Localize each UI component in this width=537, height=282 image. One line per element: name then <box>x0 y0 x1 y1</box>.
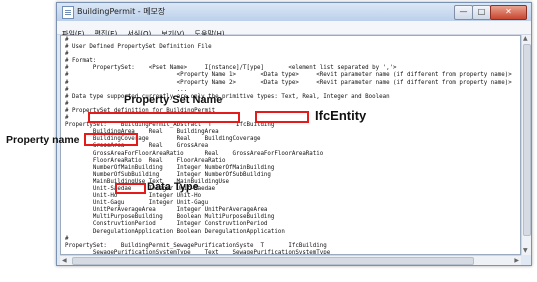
property-name-highlight-box <box>84 133 138 146</box>
scroll-down-icon[interactable]: ▼ <box>523 247 528 255</box>
data-type-highlight-box <box>115 183 146 194</box>
editor-line: # <box>65 37 69 43</box>
editor-line: PropertySet: BuildingPermit_Abstract T I… <box>65 122 275 129</box>
horizontal-scroll-thumb[interactable] <box>72 257 474 265</box>
editor-line: ConstruvtionPeriod Integer ConstruvtionP… <box>65 221 268 228</box>
minimize-button[interactable]: — <box>454 5 473 20</box>
editor-line: # <Property Name 1> <Data type> <Revit p… <box>65 72 512 79</box>
editor-line: DeregulationApplication Boolean Deregula… <box>65 228 285 235</box>
vertical-scroll-thumb[interactable] <box>523 44 531 236</box>
horizontal-scrollbar[interactable]: ◀ ▶ <box>60 255 521 265</box>
editor-line: Unit-Ho Integer Unit-Ho <box>65 193 202 200</box>
scroll-up-icon[interactable]: ▲ <box>523 35 528 43</box>
ifc-entity-annotation: IfcEntity <box>315 108 367 123</box>
ifc-entity-highlight-box <box>255 111 309 123</box>
editor-line: MultiPurposeBuilding Boolean MultiPurpos… <box>65 214 275 221</box>
editor-line: NumberOfMainBuilding Integer NumberOfMai… <box>65 164 275 171</box>
title-bar[interactable]: BuildingPermit - 메모장 — □ ✕ <box>57 3 531 21</box>
property-name-annotation: Property name <box>6 134 80 146</box>
editor-line: Unit-Gagu Integer Unit-Gagu <box>65 200 209 207</box>
property-set-name-annotation: Property Set Name <box>124 94 223 106</box>
editor-line: # Format: <box>65 58 97 65</box>
editor-line: PropertySet: BuildingPermit_SewagePurifi… <box>65 242 327 249</box>
maximize-button[interactable]: □ <box>472 5 491 20</box>
editor-line: # <box>65 51 69 58</box>
editor-line: # <box>65 235 69 242</box>
editor-line: # User Defined PropertySet Definition Fi… <box>65 44 212 51</box>
editor-line: NumberOfSubBuilding Integer NumberOfSubB… <box>65 171 271 178</box>
notepad-icon <box>62 6 74 19</box>
editor-lines: # # User Defined PropertySet Definition F… <box>65 37 512 254</box>
editor-line: # PropertySet: <Pset Name> I[nstance]/T[… <box>65 65 397 72</box>
editor-line: GrossAreaForFloorAreaRatio Real GrossAre… <box>65 150 324 157</box>
pset-name-highlight-box <box>88 112 240 123</box>
editor-line: # <Property Name 2> <Data type> <Revit p… <box>65 79 512 86</box>
editor-line: FloorAreaRatio Real FloorAreaRatio <box>65 157 226 164</box>
menu-bar: 파일(F) 편집(E) 서식(O) 보기(V) 도움말(H) <box>57 21 531 38</box>
scroll-left-icon[interactable]: ◀ <box>62 256 67 265</box>
editor-line: # ... <box>65 86 188 93</box>
vertical-scrollbar[interactable]: ▲ ▼ <box>521 35 531 255</box>
window-title: BuildingPermit - 메모장 <box>77 7 166 16</box>
close-button[interactable]: ✕ <box>490 5 527 20</box>
data-type-annotation: Data Type <box>147 181 199 193</box>
scroll-right-icon[interactable]: ▶ <box>514 256 519 265</box>
editor-line: UnitPerAverageArea Integer UnitPerAverag… <box>65 207 268 214</box>
